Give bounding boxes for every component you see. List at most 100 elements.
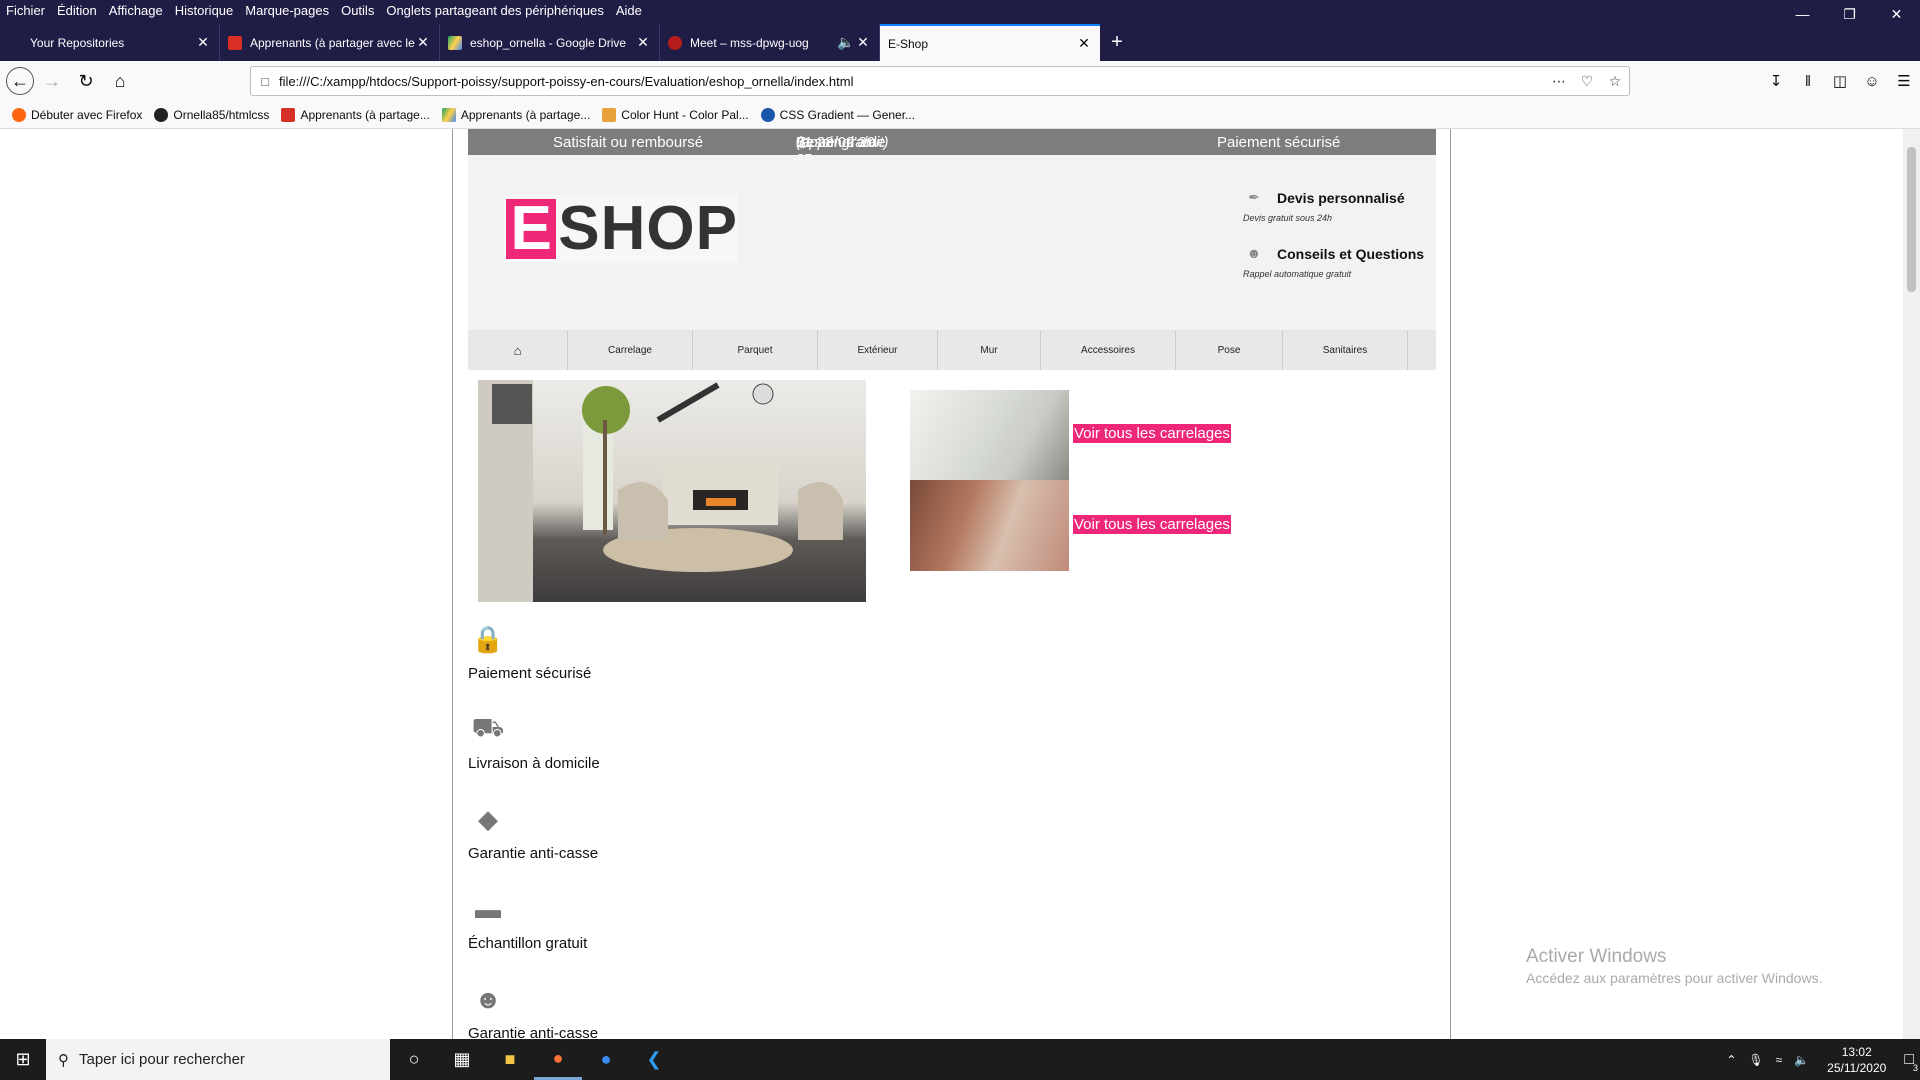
bathroom-thumbnail[interactable] xyxy=(910,390,1069,480)
menu-history[interactable]: Historique xyxy=(169,3,240,18)
bookmark-item[interactable]: Apprenants (à partage... xyxy=(281,107,430,122)
advice-subtitle: Rappel automatique gratuit xyxy=(1243,269,1352,279)
activate-windows-subtitle: Accédez aux paramètres pour activer Wind… xyxy=(1526,970,1823,986)
microphone-icon[interactable]: 🎙 xyxy=(1742,1053,1769,1067)
menu-bookmarks[interactable]: Marque-pages xyxy=(239,3,335,18)
smiley-icon: ☻ xyxy=(474,983,502,1014)
taskbar-clock[interactable]: 13:02 25/11/2020 xyxy=(1815,1044,1898,1076)
pocket-icon[interactable]: ♡ xyxy=(1573,73,1601,90)
new-tab-button[interactable]: + xyxy=(1100,24,1134,61)
forward-button[interactable]: → xyxy=(36,65,68,97)
close-tab-icon[interactable]: ✕ xyxy=(1076,35,1092,52)
home-icon[interactable]: ⌂ xyxy=(468,330,568,370)
bookmark-item[interactable]: Débuter avec Firefox xyxy=(12,107,142,122)
feature-item: ▬ Échantillon gratuit xyxy=(468,889,768,953)
quote-block[interactable]: ✒ Devis personnalisé Devis gratuit sous 2… xyxy=(1243,189,1433,223)
sidebar-icon[interactable]: ◫ xyxy=(1824,72,1856,90)
close-tab-icon[interactable]: ✕ xyxy=(635,34,651,51)
secure-payment-text: Paiement sécurisé xyxy=(1217,133,1341,151)
menu-bar: Fichier Édition Affichage Historique Mar… xyxy=(0,0,1920,22)
page-scrollbar[interactable] xyxy=(1903,129,1920,1039)
page-viewport: Satisfait ou remboursé Besoin d'aide ? ✆… xyxy=(0,129,1903,1039)
drive-icon xyxy=(448,35,462,50)
nav-exterieur[interactable]: Extérieur xyxy=(818,330,938,370)
site-header: E SHOP ✒ Devis personnalisé Devis gratuit… xyxy=(468,155,1436,330)
tile-thumbnail[interactable] xyxy=(910,480,1069,571)
quote-subtitle: Devis gratuit sous 24h xyxy=(1243,213,1333,223)
menu-tools[interactable]: Outils xyxy=(335,3,380,18)
logo-shop: SHOP xyxy=(558,194,738,263)
volume-muted-icon[interactable]: 🔈 xyxy=(1788,1053,1815,1067)
menu-edit[interactable]: Édition xyxy=(51,3,103,18)
help-text: Besoin d'aide ? ✆01 28 02 29 45 (appel g… xyxy=(796,134,889,168)
tray-chevron-icon[interactable]: ⌃ xyxy=(1720,1053,1742,1067)
windows-start-icon[interactable]: ⊞ xyxy=(0,1039,46,1080)
nav-pose[interactable]: Pose xyxy=(1176,330,1283,370)
address-bar[interactable]: □ file:///C:/xampp/htdocs/Support-poissy… xyxy=(250,66,1630,96)
bookmark-item[interactable]: Apprenants (à partage... xyxy=(441,107,590,122)
view-all-tiles-link[interactable]: Voir tous les carrelages xyxy=(1073,424,1231,443)
bookmark-item[interactable]: CSS Gradient — Gener... xyxy=(760,107,915,122)
tab-eshop[interactable]: E-Shop ✕ xyxy=(880,24,1100,61)
bookmark-item[interactable]: Ornella85/htmlcss xyxy=(154,107,269,122)
feature-item: ◆ Garantie anti-casse xyxy=(468,799,768,863)
tab-your-repositories[interactable]: Your Repositories ✕ xyxy=(0,24,220,61)
tab-apprenants[interactable]: Apprenants (à partager avec le ✕ xyxy=(220,24,440,61)
nav-mur[interactable]: Mur xyxy=(938,330,1041,370)
more-actions-icon[interactable]: ⋯ xyxy=(1545,73,1573,90)
vscode-taskbar-icon[interactable]: ❮ xyxy=(630,1039,678,1080)
nav-carrelage[interactable]: Carrelage xyxy=(568,330,693,370)
account-icon[interactable]: ☺ xyxy=(1856,73,1888,90)
activate-windows-title: Activer Windows xyxy=(1526,946,1667,967)
top-info-strip: Satisfait ou remboursé Besoin d'aide ? ✆… xyxy=(468,129,1436,168)
logo-e: E xyxy=(506,198,557,260)
close-tab-icon[interactable]: ✕ xyxy=(415,34,431,51)
speaker-icon[interactable]: 🔈 xyxy=(837,34,855,51)
gmail-icon xyxy=(281,107,296,122)
back-button[interactable]: ← xyxy=(6,67,34,95)
menu-shared-tabs[interactable]: Onglets partageant des périphériques xyxy=(380,3,610,18)
file-explorer-icon[interactable]: ■ xyxy=(486,1039,534,1080)
cortana-icon[interactable]: ○ xyxy=(390,1039,438,1080)
reload-button[interactable]: ↻ xyxy=(70,65,102,97)
css-gradient-icon xyxy=(760,107,775,122)
url-text[interactable]: file:///C:/xampp/htdocs/Support-poissy/s… xyxy=(279,74,1545,89)
tab-google-drive[interactable]: eshop_ornella - Google Drive ✕ xyxy=(440,24,660,61)
scrollbar-thumb[interactable] xyxy=(1907,147,1916,292)
main-nav: ⌂ Carrelage Parquet Extérieur Mur Access… xyxy=(468,330,1436,370)
view-all-tiles-link[interactable]: Voir tous les carrelages xyxy=(1073,515,1231,534)
nav-parquet[interactable]: Parquet xyxy=(693,330,818,370)
advice-title: Conseils et Questions xyxy=(1277,246,1425,262)
hamburger-menu-icon[interactable]: ☰ xyxy=(1888,72,1920,90)
download-icon[interactable]: ↧ xyxy=(1760,72,1792,90)
task-view-icon[interactable]: ▦ xyxy=(438,1039,486,1080)
bookmark-star-icon[interactable]: ☆ xyxy=(1601,73,1629,90)
firefox-taskbar-icon[interactable]: ● xyxy=(534,1039,582,1080)
menu-help[interactable]: Aide xyxy=(610,3,648,18)
close-tab-icon[interactable]: ✕ xyxy=(855,34,871,51)
nav-sanitaires[interactable]: Sanitaires xyxy=(1283,330,1408,370)
advice-block[interactable]: ☻ Conseils et Questions Rappel automatiqu… xyxy=(1243,245,1433,279)
menu-view[interactable]: Affichage xyxy=(103,3,169,18)
home-button[interactable]: ⌂ xyxy=(104,65,136,97)
tile-stack-icon: ◆ xyxy=(478,803,498,834)
notification-center-icon[interactable]: □ 3 xyxy=(1898,1051,1920,1073)
lock-icon: 🔒 xyxy=(471,623,505,654)
eshop-logo[interactable]: E SHOP xyxy=(504,195,738,263)
tab-meet[interactable]: Meet – mss-dpwg-uog 🔈 ✕ xyxy=(660,24,880,61)
network-icon[interactable]: ≈ xyxy=(1770,1053,1789,1067)
github-icon xyxy=(154,107,169,122)
pen-icon: ✒ xyxy=(1248,189,1260,205)
firefox-icon xyxy=(12,107,26,122)
menu-file[interactable]: Fichier xyxy=(0,3,51,18)
close-tab-icon[interactable]: ✕ xyxy=(195,34,211,51)
library-icon[interactable]: ‖ xyxy=(1792,73,1824,90)
bookmark-item[interactable]: Color Hunt - Color Pal... xyxy=(602,107,749,122)
nav-accessoires[interactable]: Accessoires xyxy=(1041,330,1176,370)
firefox-dev-taskbar-icon[interactable]: ● xyxy=(582,1039,630,1080)
quote-title: Devis personnalisé xyxy=(1277,190,1405,206)
taskbar-search[interactable]: ⚲ Taper ici pour rechercher xyxy=(46,1039,390,1080)
color-hunt-icon xyxy=(602,107,617,122)
navigation-toolbar: ← → ↻ ⌂ □ file:///C:/xampp/htdocs/Suppor… xyxy=(0,61,1920,101)
windows-taskbar: ⊞ ⚲ Taper ici pour rechercher ○ ▦ ■ ● ● ❮… xyxy=(0,1039,1920,1080)
